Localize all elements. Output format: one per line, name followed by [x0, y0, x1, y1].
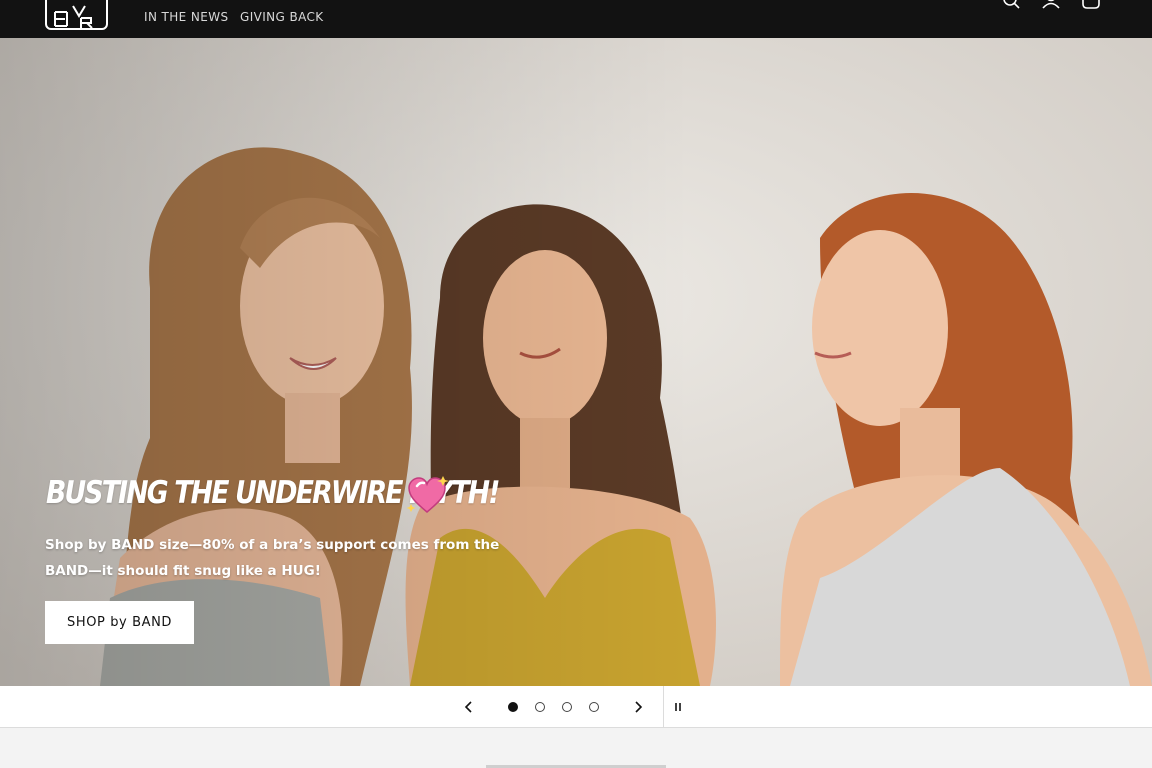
nav-link-giving-back[interactable]: GIVING BACK — [240, 10, 324, 24]
account-icon[interactable] — [1040, 0, 1062, 12]
previous-icon[interactable] — [459, 697, 479, 717]
pause-icon[interactable] — [668, 697, 688, 717]
next-section — [0, 729, 1152, 768]
slide-dot-1[interactable] — [508, 702, 518, 712]
shop-by-band-button[interactable]: SHOP by BAND — [45, 601, 194, 644]
cart-icon[interactable] — [1080, 0, 1102, 12]
logo[interactable] — [45, 0, 108, 30]
hero-banner: BUSTING THE UNDERWIRE MYTH! Shop by BAND… — [0, 38, 1152, 686]
search-icon[interactable] — [1001, 0, 1023, 12]
hero-subtext: Shop by BAND size—80% of a bra’s support… — [45, 537, 500, 579]
next-icon[interactable] — [628, 697, 648, 717]
controls-divider — [663, 686, 664, 728]
logo-mark — [54, 5, 93, 29]
site-header: IN THE NEWS GIVING BACK — [0, 0, 1152, 38]
slide-dot-4[interactable] — [589, 702, 599, 712]
nav-link-in-the-news[interactable]: IN THE NEWS — [144, 10, 229, 24]
slide-dot-2[interactable] — [535, 702, 545, 712]
sparkling-heart-icon — [406, 476, 449, 513]
slide-dot-3[interactable] — [562, 702, 572, 712]
hero-photo — [0, 38, 1152, 686]
slideshow-controls — [0, 686, 1152, 728]
